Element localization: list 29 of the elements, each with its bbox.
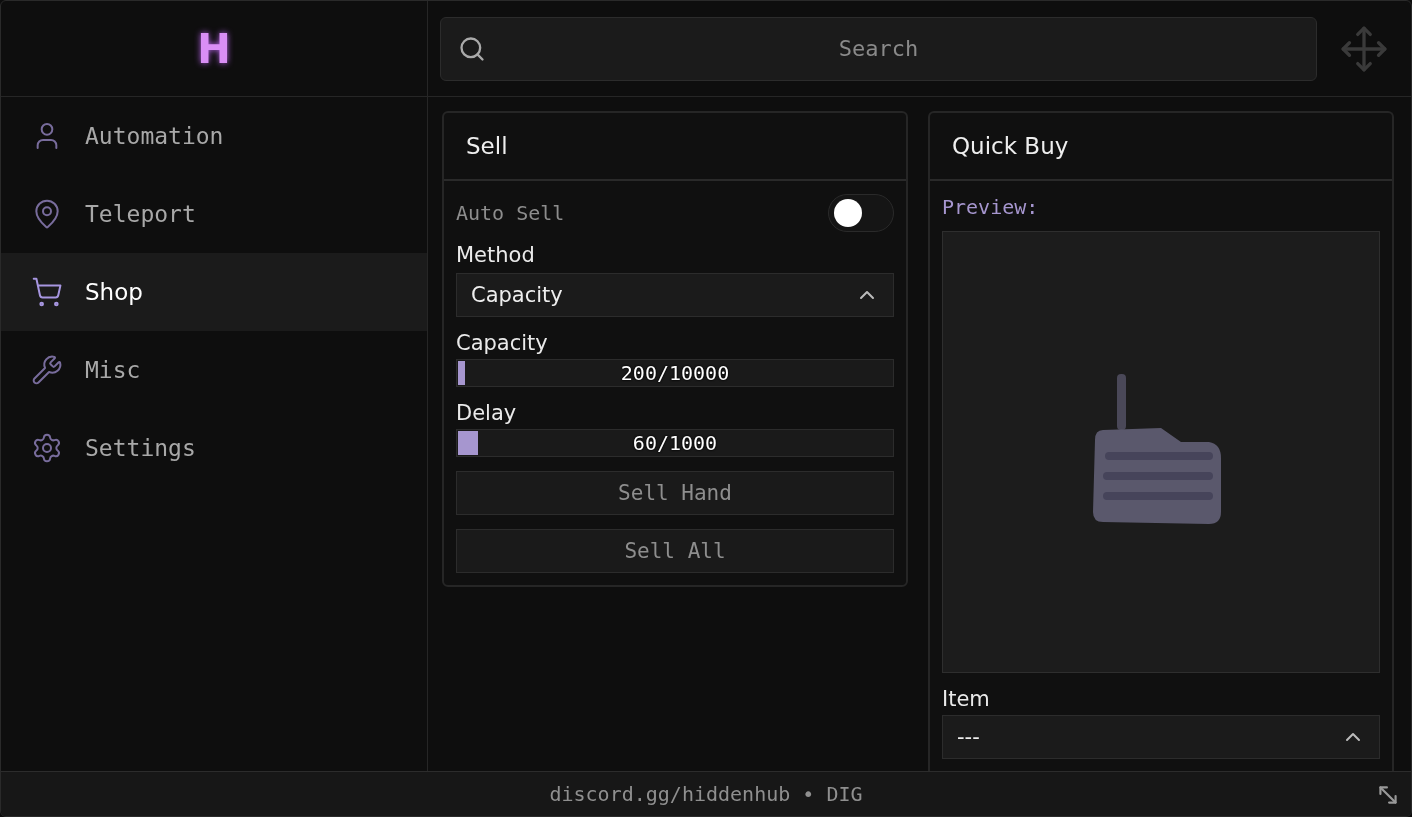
sell-button[interactable]: Sell Hand	[456, 471, 894, 515]
panel-title: Sell	[466, 133, 508, 159]
sidebar-item[interactable]: Shop	[1, 253, 427, 331]
slider-value: 200/10000	[620, 361, 730, 385]
slider-label: Capacity	[456, 331, 549, 355]
wrench-icon	[31, 354, 63, 386]
search-field[interactable]: Search	[440, 16, 1317, 81]
field-label: Item	[942, 687, 991, 711]
sidebar-item[interactable]: Teleport	[1, 175, 427, 253]
status-text: discord.gg/hiddenhub • DIG	[549, 782, 863, 806]
cart-icon	[31, 276, 63, 308]
slider-label: Delay	[456, 401, 518, 425]
sell-button[interactable]: Sell All	[456, 529, 894, 573]
slider-value: 60/1000	[632, 431, 718, 455]
method-dropdown[interactable]: Capacity	[456, 273, 894, 317]
field-label: Method	[456, 243, 536, 267]
toggle-label: Auto Sell	[456, 201, 565, 225]
panel-title: Quick Buy	[952, 133, 1069, 159]
sidebar-item[interactable]: Misc	[1, 331, 427, 409]
sidebar-item[interactable]: Automation	[1, 97, 427, 175]
preview-label: Preview:	[942, 195, 1039, 219]
search-icon	[458, 34, 486, 63]
sidebar-item[interactable]: Settings	[1, 409, 427, 487]
logo: H	[197, 25, 231, 72]
settings-icon	[31, 432, 63, 464]
auto-sell-toggle[interactable]	[828, 194, 894, 232]
slider-track[interactable]: 60/1000	[456, 429, 894, 457]
slider-track[interactable]: 200/10000	[456, 359, 894, 387]
item-dropdown[interactable]: ---	[942, 715, 1380, 759]
